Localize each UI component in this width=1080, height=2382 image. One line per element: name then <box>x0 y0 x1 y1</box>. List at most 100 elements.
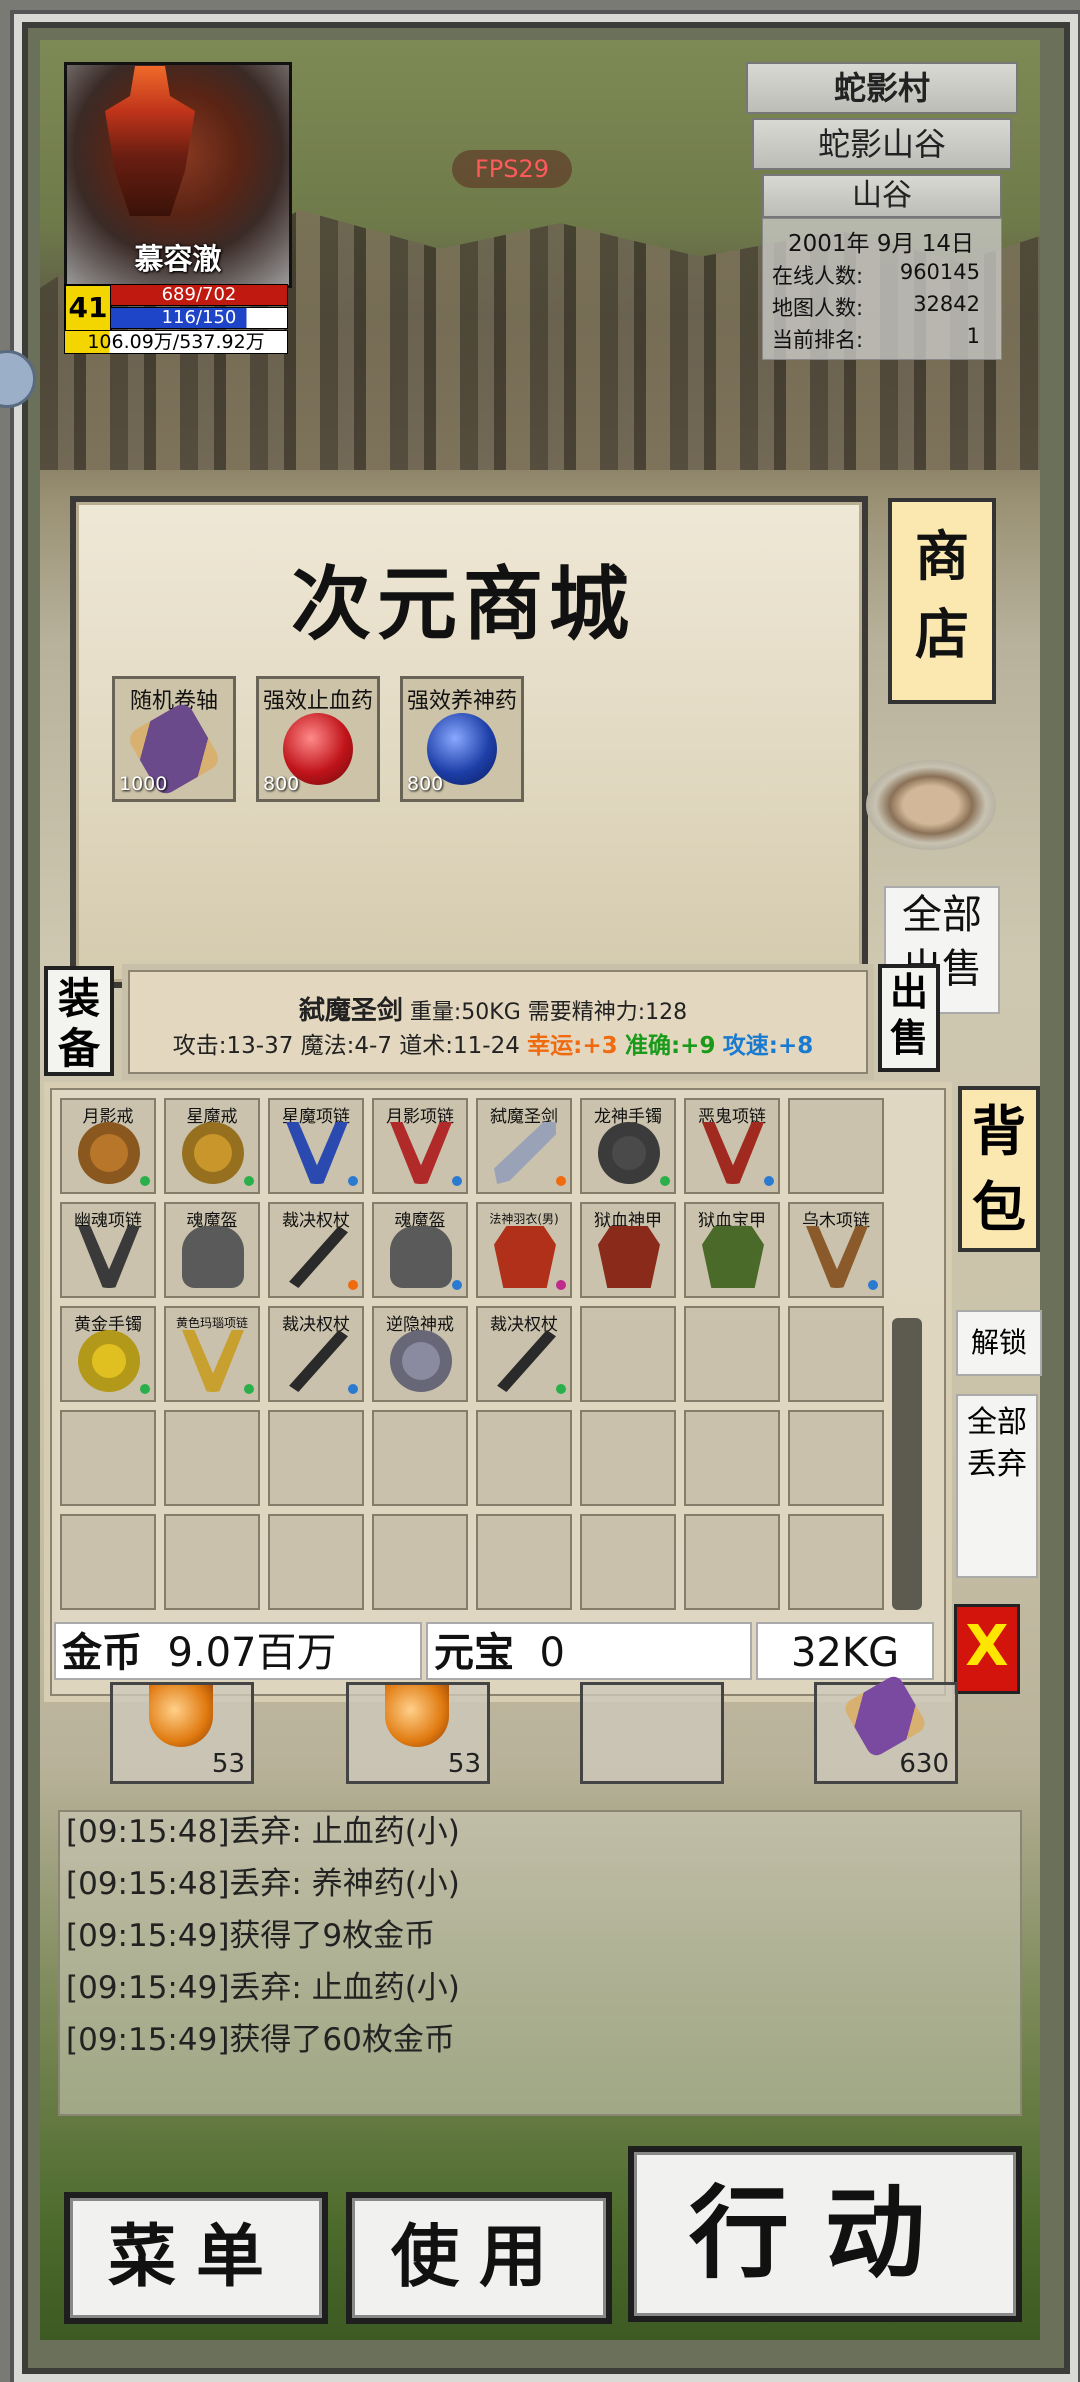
bag-slot[interactable] <box>788 1306 884 1402</box>
bag-scrollbar[interactable] <box>892 1318 922 1610</box>
yuanbao-value: 0 <box>539 1630 565 1676</box>
bag-slot[interactable]: 弑魔圣剑 <box>476 1098 572 1194</box>
use-button[interactable]: 使用 <box>346 2192 612 2324</box>
quick-slot-3[interactable] <box>580 1682 724 1784</box>
decor-dish-icon <box>866 760 996 850</box>
bag-slot[interactable] <box>684 1514 780 1610</box>
exp-bar: 106.09万/537.92万 <box>64 330 288 354</box>
shop-title: 次元商城 <box>291 557 635 651</box>
close-bag-button[interactable]: X <box>954 1604 1020 1694</box>
quality-dot-icon <box>868 1280 878 1290</box>
item-stats: 攻击:13-37 魔法:4-7 道术:11-24 <box>172 1033 520 1059</box>
bag-slot[interactable]: 月影戒 <box>60 1098 156 1194</box>
game-date: 2001年 9月 14日 <box>787 231 975 257</box>
bag-slot[interactable] <box>268 1514 364 1610</box>
sword-icon <box>494 1122 556 1184</box>
bag-slot[interactable] <box>788 1514 884 1610</box>
bag-item-name: 法神羽衣(男) <box>489 1212 559 1226</box>
shop-item-random-scroll[interactable]: 随机卷轴 1000 <box>112 676 236 802</box>
bag-slot[interactable] <box>476 1514 572 1610</box>
sell-button[interactable]: 出售 <box>878 964 940 1072</box>
bag-slot[interactable]: 法神羽衣(男) <box>476 1202 572 1298</box>
action-button[interactable]: 行动 <box>628 2146 1022 2322</box>
bag-slot[interactable] <box>684 1410 780 1506</box>
bag-slot[interactable] <box>476 1410 572 1506</box>
item-attrs: 重量:50KG 需要精神力:128 <box>409 1000 688 1025</box>
quality-dot-icon <box>140 1384 150 1394</box>
bag-slot[interactable] <box>580 1410 676 1506</box>
quality-dot-icon <box>556 1384 566 1394</box>
bag-item-name: 裁决权杖 <box>282 1315 350 1335</box>
unlock-button[interactable]: 解锁 <box>956 1310 1042 1376</box>
bag-slot[interactable]: 乌木项链 <box>788 1202 884 1298</box>
map-count: 地图人数: 32842 <box>772 292 990 322</box>
bag-slot[interactable] <box>788 1410 884 1506</box>
ring-icon <box>182 1122 244 1184</box>
bracelet-icon <box>78 1330 140 1392</box>
area-name[interactable]: 蛇影村 <box>746 62 1018 114</box>
drop-all-button[interactable]: 全部丢弃 <box>956 1394 1038 1578</box>
bag-slot[interactable] <box>788 1098 884 1194</box>
rank-label: 当前排名: <box>772 328 864 352</box>
online-count-label: 在线人数: <box>772 264 864 288</box>
bag-slot[interactable]: 裁决权杖 <box>268 1306 364 1402</box>
shop-item-mp-potion[interactable]: 强效养神药 800 <box>400 676 524 802</box>
shop-item-price: 800 <box>407 773 444 795</box>
bag-slot[interactable]: 裁决权杖 <box>268 1202 364 1298</box>
map-name[interactable]: 蛇影山谷 <box>752 118 1012 170</box>
bag-slot[interactable]: 逆隐神戒 <box>372 1306 468 1402</box>
online-count: 在线人数: 960145 <box>772 260 990 290</box>
bag-slot[interactable] <box>164 1410 260 1506</box>
bag-slot[interactable] <box>164 1514 260 1610</box>
staff-icon <box>289 1226 348 1288</box>
bag-slot[interactable]: 恶鬼项链 <box>684 1098 780 1194</box>
quality-dot-icon <box>140 1176 150 1186</box>
tab-bag[interactable]: 背包 <box>958 1086 1040 1252</box>
shop-item-hp-potion[interactable]: 强效止血药 800 <box>256 676 380 802</box>
quick-slot-count: 53 <box>447 1749 481 1779</box>
shop-item-name: 强效止血药 <box>262 689 373 714</box>
bag-slot[interactable]: 裁决权杖 <box>476 1306 572 1402</box>
bag-slot[interactable] <box>372 1410 468 1506</box>
tab-equipment[interactable]: 装备 <box>44 966 114 1076</box>
bag-slot[interactable]: 黄色玛瑙项链 <box>164 1306 260 1402</box>
quick-slot-1[interactable]: 53 <box>110 1682 254 1784</box>
necklace-icon <box>702 1122 764 1184</box>
bag-slot[interactable] <box>60 1410 156 1506</box>
zone-name[interactable]: 山谷 <box>762 174 1002 218</box>
ring-icon <box>390 1330 452 1392</box>
quality-dot-icon <box>452 1176 462 1186</box>
bag-slot[interactable]: 星魔项链 <box>268 1098 364 1194</box>
bag-slot[interactable] <box>372 1514 468 1610</box>
online-count-value: 960145 <box>899 260 980 284</box>
bag-slot[interactable]: 魂魔盔 <box>372 1202 468 1298</box>
bag-slot[interactable]: 狱血神甲 <box>580 1202 676 1298</box>
player-level: 41 <box>64 284 112 332</box>
menu-button[interactable]: 菜单 <box>64 2192 328 2324</box>
bracelet-icon <box>598 1122 660 1184</box>
bag-slot[interactable] <box>580 1306 676 1402</box>
player-name: 慕容澈 <box>134 242 222 276</box>
tab-shop[interactable]: 商店 <box>888 498 996 704</box>
bag-slot[interactable] <box>684 1306 780 1402</box>
bag-slot[interactable]: 魂魔盔 <box>164 1202 260 1298</box>
quick-slot-count: 630 <box>899 1749 949 1779</box>
quality-dot-icon <box>348 1176 358 1186</box>
helmet-icon <box>182 1226 244 1288</box>
bag-slot[interactable] <box>60 1514 156 1610</box>
bag-slot[interactable]: 狱血宝甲 <box>684 1202 780 1298</box>
bag-slot[interactable]: 月影项链 <box>372 1098 468 1194</box>
quality-dot-icon <box>556 1280 566 1290</box>
quick-slot-2[interactable]: 53 <box>346 1682 490 1784</box>
bag-item-name: 恶鬼项链 <box>698 1107 766 1127</box>
bag-slot[interactable]: 龙神手镯 <box>580 1098 676 1194</box>
bag-slot[interactable] <box>580 1514 676 1610</box>
shop-item-price: 1000 <box>119 773 168 795</box>
bag-slot[interactable] <box>268 1410 364 1506</box>
bag-slot[interactable]: 幽魂项链 <box>60 1202 156 1298</box>
necklace-icon <box>182 1330 244 1392</box>
quick-slot-4[interactable]: 630 <box>814 1673 958 1784</box>
bag-slot[interactable]: 星魔戒 <box>164 1098 260 1194</box>
bag-slot[interactable]: 黄金手镯 <box>60 1306 156 1402</box>
bag-weight: 32KG <box>756 1622 934 1680</box>
